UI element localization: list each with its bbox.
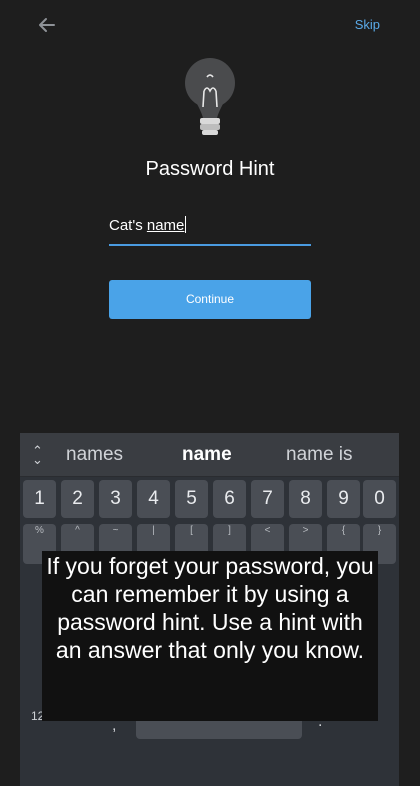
key-8[interactable]: 8 (289, 480, 322, 518)
key-6[interactable]: 6 (213, 480, 246, 518)
key-0[interactable]: 0 (363, 480, 396, 518)
suggestion-bar: ⌃ ⌄ names name name is (20, 433, 399, 477)
text-cursor (185, 216, 187, 233)
expand-toolbar-icon[interactable]: ⌃ ⌄ (32, 444, 43, 466)
suggestion-2[interactable]: name (182, 444, 232, 466)
page-title: Password Hint (145, 158, 275, 180)
key-5[interactable]: 5 (175, 480, 208, 518)
skip-button[interactable]: Skip (355, 17, 380, 32)
password-hint-input[interactable]: Cat's name (109, 213, 311, 246)
back-arrow-icon[interactable] (34, 12, 60, 38)
key-4[interactable]: 4 (137, 480, 170, 518)
hint-explanation-tooltip: If you forget your password, you can rem… (42, 551, 378, 721)
continue-button[interactable]: Continue (109, 280, 311, 319)
key-3[interactable]: 3 (99, 480, 132, 518)
key-2[interactable]: 2 (61, 480, 94, 518)
letter-row: % ^ ~ | [ ] < > { } (20, 524, 399, 564)
lightbulb-icon (185, 58, 235, 135)
number-row: 1 2 3 4 5 6 7 8 9 0 (20, 479, 399, 519)
key-9[interactable]: 9 (327, 480, 360, 518)
suggestion-1[interactable]: names (66, 444, 123, 466)
key-7[interactable]: 7 (251, 480, 284, 518)
hint-value: Cat's name (109, 216, 187, 234)
top-bar: Skip (0, 0, 420, 52)
suggestion-3[interactable]: name is (286, 444, 353, 466)
key-1[interactable]: 1 (23, 480, 56, 518)
